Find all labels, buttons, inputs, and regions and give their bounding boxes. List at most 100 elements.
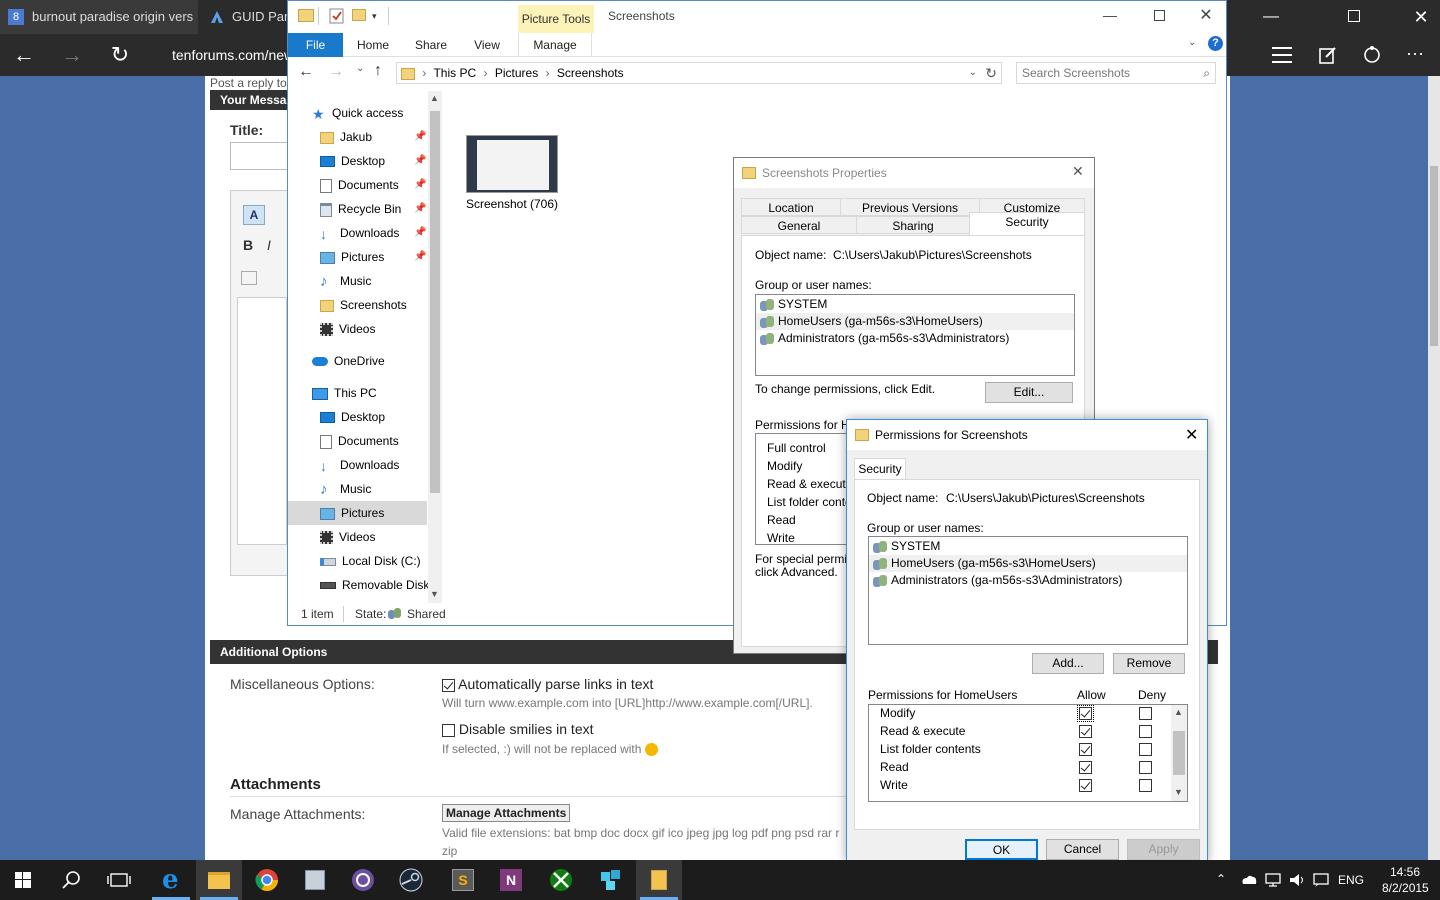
add-button[interactable]: Add... [1032,653,1104,674]
deny-checkbox[interactable] [1139,779,1152,792]
deny-checkbox[interactable] [1139,743,1152,756]
tab-manage[interactable]: Manage [518,33,592,57]
network-icon[interactable] [1264,872,1282,888]
font-icon[interactable]: A [243,205,265,225]
up-arrow-icon[interactable]: ↑ [374,62,382,80]
app-taskbar-button[interactable] [340,860,386,900]
scroll-up-icon[interactable]: ▲ [1174,707,1183,717]
permissions-scrollbar-thumb[interactable] [1173,731,1185,775]
back-arrow-icon[interactable]: ← [0,34,48,76]
refresh-icon[interactable]: ↻ [96,34,144,76]
pin-icon[interactable]: 📌 [414,125,426,149]
explorer-taskbar-button[interactable] [196,860,242,900]
tab-security[interactable]: Security [969,212,1085,236]
chrome-taskbar-button[interactable] [244,860,290,900]
user-list-item[interactable]: SYSTEM [869,538,1187,555]
ribbon-expand-icon[interactable]: ⌄ [1188,37,1196,48]
disable-smilies-option[interactable]: Disable smilies in text [442,721,594,737]
address-dropdown-icon[interactable]: ⌄ [969,63,977,83]
clock-date[interactable]: 8/2/2015 [1382,881,1429,895]
disable-smilies-checkbox[interactable] [442,723,455,737]
nav-item[interactable]: Screenshots [288,293,427,317]
steam-taskbar-button[interactable] [388,860,434,900]
table-icon[interactable] [241,271,257,285]
user-list-item[interactable]: HomeUsers (ga-m56s-s3\HomeUsers) [869,555,1187,572]
edge-tab[interactable]: 8 burnout paradise origin vers [0,0,198,34]
tab-home[interactable]: Home [348,33,398,57]
bold-icon[interactable]: B [243,237,253,253]
folder-taskbar-button[interactable] [636,860,682,900]
nav-item[interactable]: ★ Quick access [288,101,427,125]
tab-general[interactable]: General [741,216,857,234]
minimize-icon[interactable]: — [1248,0,1294,34]
minimize-icon[interactable]: — [1100,7,1120,27]
deny-checkbox[interactable] [1139,761,1152,774]
nav-scrollbar[interactable]: ▲ ▼ [428,91,442,603]
page-scrollbar-thumb[interactable] [1430,166,1438,346]
xbox-taskbar-button[interactable] [538,860,584,900]
nav-item[interactable]: Desktop [288,405,427,429]
start-button[interactable] [0,860,46,900]
tab-sharing[interactable]: Sharing [856,216,970,234]
tray-overflow-icon[interactable]: ⌃ [1216,872,1226,886]
nav-item[interactable]: Videos [288,317,427,341]
page-scrollbar[interactable] [1428,76,1440,860]
nav-item[interactable]: Documents 📌 [288,173,427,197]
nav-item[interactable]: ♪ Music [288,269,427,293]
search-input[interactable]: Search Screenshots ⌕ [1016,62,1216,84]
back-arrow-icon[interactable]: ← [298,63,314,81]
address-bar[interactable]: tenforums.com/new [160,41,294,69]
deny-checkbox[interactable] [1139,707,1152,720]
close-icon[interactable]: ✕ [1072,163,1084,180]
user-list[interactable]: SYSTEM HomeUsers (ga-m56s-s3\HomeUsers) Ad… [868,536,1188,645]
apply-button[interactable]: Apply [1127,839,1200,860]
scroll-down-icon[interactable]: ▼ [1174,787,1183,797]
user-list-item[interactable]: Administrators (ga-m56s-s3\Administrator… [756,330,1074,347]
nav-item[interactable]: Jakub 📌 [288,125,427,149]
tab-share[interactable]: Share [406,33,456,57]
search-button[interactable] [48,860,94,900]
manage-attachments-button[interactable]: Manage Attachments [442,804,571,822]
scroll-up-icon[interactable]: ▲ [430,93,439,103]
recent-locations-icon[interactable]: ⌄ [356,63,364,74]
app-taskbar-button[interactable] [292,860,338,900]
editor-textarea[interactable] [237,297,287,545]
allow-checkbox[interactable] [1079,725,1092,738]
app-taskbar-button[interactable]: S [440,860,486,900]
nav-item[interactable]: Pictures [288,501,427,525]
breadcrumb-this-pc[interactable]: This PC [433,66,476,80]
maximize-icon[interactable] [1154,10,1165,21]
nav-item[interactable]: ↓ Downloads 📌 [288,221,427,245]
nav-item[interactable]: ♪ Music [288,477,427,501]
close-icon[interactable]: ✕ [1185,425,1198,445]
help-icon[interactable]: ? [1208,36,1223,51]
pin-icon[interactable]: 📌 [414,245,426,269]
nav-item[interactable]: OneDrive [288,349,427,373]
nav-item[interactable]: Recycle Bin 📌 [288,197,427,221]
forward-arrow-icon[interactable]: → [328,63,344,81]
onedrive-icon[interactable] [1240,872,1258,888]
user-list-item[interactable]: Administrators (ga-m56s-s3\Administrator… [869,572,1187,589]
file-thumbnail[interactable] [466,135,558,193]
edit-button[interactable]: Edit... [985,382,1073,403]
nav-scrollbar-thumb[interactable] [430,111,440,493]
ok-button[interactable]: OK [965,839,1038,860]
nav-item[interactable]: Videos [288,525,427,549]
edge-taskbar-button[interactable]: e [148,860,194,900]
restore-icon[interactable] [1348,10,1360,22]
permissions-scrollbar[interactable]: ▲ ▼ [1171,705,1187,801]
breadcrumb-pictures[interactable]: Pictures [495,66,538,80]
clock-time[interactable]: 14:56 [1390,865,1420,879]
nav-item[interactable]: Documents [288,429,427,453]
allow-checkbox[interactable] [1079,743,1092,756]
pin-icon[interactable]: 📌 [414,173,426,197]
breadcrumb[interactable]: › This PC › Pictures › Screenshots ⌄ ↻ [396,62,1002,84]
properties-icon[interactable] [329,8,344,24]
refresh-icon[interactable]: ↻ [985,63,997,83]
deny-checkbox[interactable] [1139,725,1152,738]
tab-previous-versions[interactable]: Previous Versions [840,198,980,216]
close-icon[interactable]: ✕ [1398,0,1440,34]
hub-icon[interactable] [1272,47,1292,63]
allow-checkbox[interactable] [1077,705,1094,722]
tab-security[interactable]: Security [854,458,906,480]
